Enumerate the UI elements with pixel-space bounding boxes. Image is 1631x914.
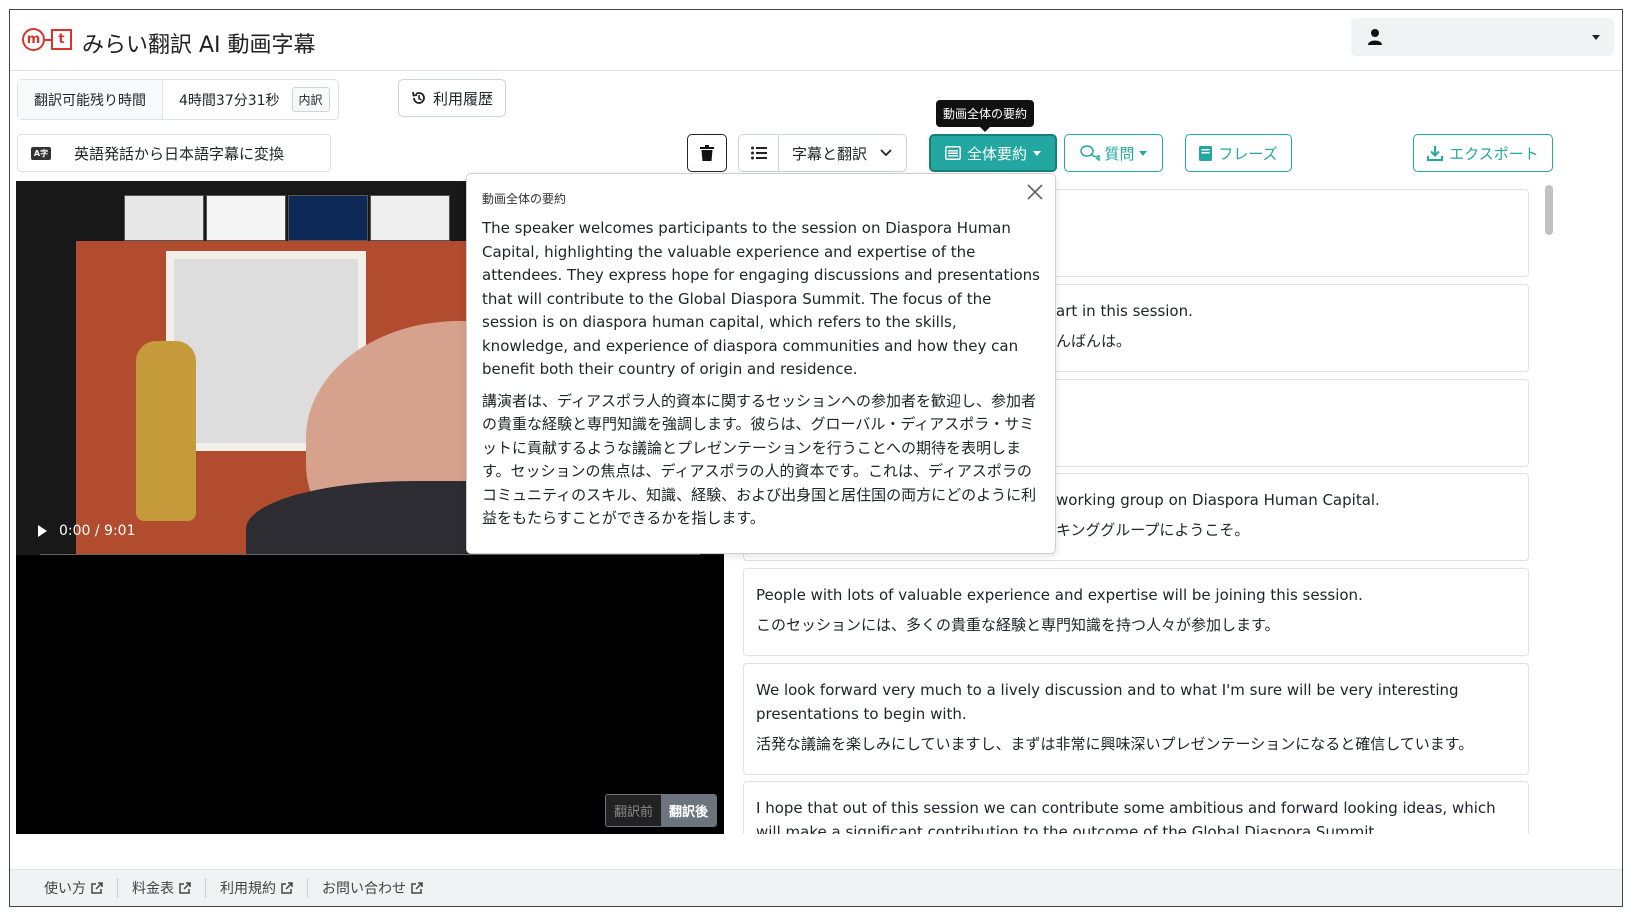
question-button[interactable]: 質問 xyxy=(1064,134,1163,172)
user-icon xyxy=(1368,29,1382,45)
app-window: m t みらい翻訳 AI 動画字幕 翻訳可能残り時間 4時間37分31秒 内訳 … xyxy=(9,9,1623,907)
samovar-image xyxy=(136,341,196,521)
export-label: エクスポート xyxy=(1449,144,1539,163)
download-icon xyxy=(1427,145,1444,161)
chevron-down-icon xyxy=(880,149,892,157)
subtitle-en: I hope that out of this session we can c… xyxy=(756,799,1496,834)
playback-controls: 0:00 / 9:01 xyxy=(38,523,136,539)
caret-down-icon xyxy=(1033,150,1041,156)
video-time: 0:00 / 9:01 xyxy=(59,523,136,539)
logo-t: t xyxy=(51,29,72,50)
conversion-mode: A字 英語発話から日本語字幕に変換 xyxy=(17,134,331,172)
participant-thumbnail xyxy=(124,195,204,241)
question-label: 質問 xyxy=(1104,144,1135,163)
participant-thumbnail xyxy=(206,195,286,241)
summary-japanese: 講演者は、ディアスポラ人的資本に関するセッションへの参加者を歓迎し、参加者の貴重… xyxy=(482,391,1037,528)
footer-link-contact[interactable]: お問い合わせ xyxy=(308,878,437,898)
chevron-down-icon xyxy=(1592,35,1600,40)
breakdown-button[interactable]: 内訳 xyxy=(291,87,330,112)
external-link-icon xyxy=(179,882,191,894)
summary-tooltip: 動画全体の要約 xyxy=(936,100,1035,132)
footer: 使い方 料金表 利用規約 お問い合わせ xyxy=(10,869,1622,906)
subtitle-en: We look forward very much to a lively di… xyxy=(756,681,1459,723)
translation-toggle: 翻訳前 翻訳後 xyxy=(604,794,717,827)
subtitle-card[interactable]: People with lots of valuable experience … xyxy=(743,568,1529,656)
participant-thumbnails xyxy=(124,195,450,241)
conversion-mode-label: 英語発話から日本語字幕に変換 xyxy=(74,144,285,163)
book-icon xyxy=(1199,145,1213,161)
remaining-time-label: 翻訳可能残り時間 xyxy=(18,80,163,119)
scrollbar[interactable] xyxy=(1545,185,1553,235)
popover-title: 動画全体の要約 xyxy=(482,192,567,206)
footer-link-terms[interactable]: 利用規約 xyxy=(206,878,308,898)
summary-english: The speaker welcomes participants to the… xyxy=(482,219,1040,378)
remaining-time-value: 4時間37分31秒 内訳 xyxy=(163,80,338,119)
summary-popover: 動画全体の要約 The speaker welcomes participant… xyxy=(466,173,1056,554)
remaining-time-group: 翻訳可能残り時間 4時間37分31秒 内訳 xyxy=(17,79,339,120)
phrase-button[interactable]: フレーズ xyxy=(1185,134,1292,172)
chat-bubbles-icon xyxy=(1080,145,1101,161)
video-progress-bar[interactable] xyxy=(40,554,700,555)
language-icon: A字 xyxy=(18,135,64,171)
play-icon[interactable] xyxy=(38,525,47,537)
caret-down-icon xyxy=(1138,150,1147,156)
subtitle-ja: 活発な議論を楽しみにしていますし、まずは非常に興味深いプレゼンテーションになると… xyxy=(756,735,1474,753)
usage-history-label: 利用履歴 xyxy=(433,89,494,108)
remaining-time-text: 4時間37分31秒 xyxy=(179,92,280,109)
subtitle-card[interactable]: I hope that out of this session we can c… xyxy=(743,781,1529,834)
footer-link-pricing[interactable]: 料金表 xyxy=(118,878,206,898)
history-icon xyxy=(412,91,425,104)
view-mode-select[interactable]: 字幕と翻訳 xyxy=(738,134,907,172)
view-mode-label: 字幕と翻訳 xyxy=(792,144,868,163)
document-list-icon xyxy=(944,146,961,160)
subtitle-ja: このセッションには、多くの貴重な経験と専門知識を持つ人々が参加します。 xyxy=(756,616,1280,634)
export-button[interactable]: エクスポート xyxy=(1413,134,1553,172)
summary-label: 全体要約 xyxy=(966,144,1027,163)
app-title: みらい翻訳 AI 動画字幕 xyxy=(82,33,316,58)
logo: m t xyxy=(22,28,72,51)
delete-button[interactable] xyxy=(687,134,727,172)
close-icon[interactable] xyxy=(1025,182,1045,202)
summary-button[interactable]: 全体要約 xyxy=(929,134,1057,172)
trash-icon xyxy=(700,145,714,161)
app-header: m t みらい翻訳 AI 動画字幕 xyxy=(10,10,1622,71)
list-icon xyxy=(739,135,779,171)
external-link-icon xyxy=(411,882,423,894)
toggle-after-translation[interactable]: 翻訳後 xyxy=(660,795,716,826)
subtitle-en: People with lots of valuable experience … xyxy=(756,586,1363,604)
user-menu-dropdown[interactable] xyxy=(1351,18,1614,56)
participant-thumbnail xyxy=(370,195,450,241)
footer-link-howto[interactable]: 使い方 xyxy=(30,878,118,898)
participant-thumbnail xyxy=(288,195,368,241)
external-link-icon xyxy=(281,882,293,894)
toggle-before-translation[interactable]: 翻訳前 xyxy=(605,795,661,826)
phrase-label: フレーズ xyxy=(1218,144,1278,163)
usage-history-button[interactable]: 利用履歴 xyxy=(398,79,507,117)
logo-m: m xyxy=(22,28,45,51)
external-link-icon xyxy=(91,882,103,894)
subtitle-card[interactable]: We look forward very much to a lively di… xyxy=(743,663,1529,775)
